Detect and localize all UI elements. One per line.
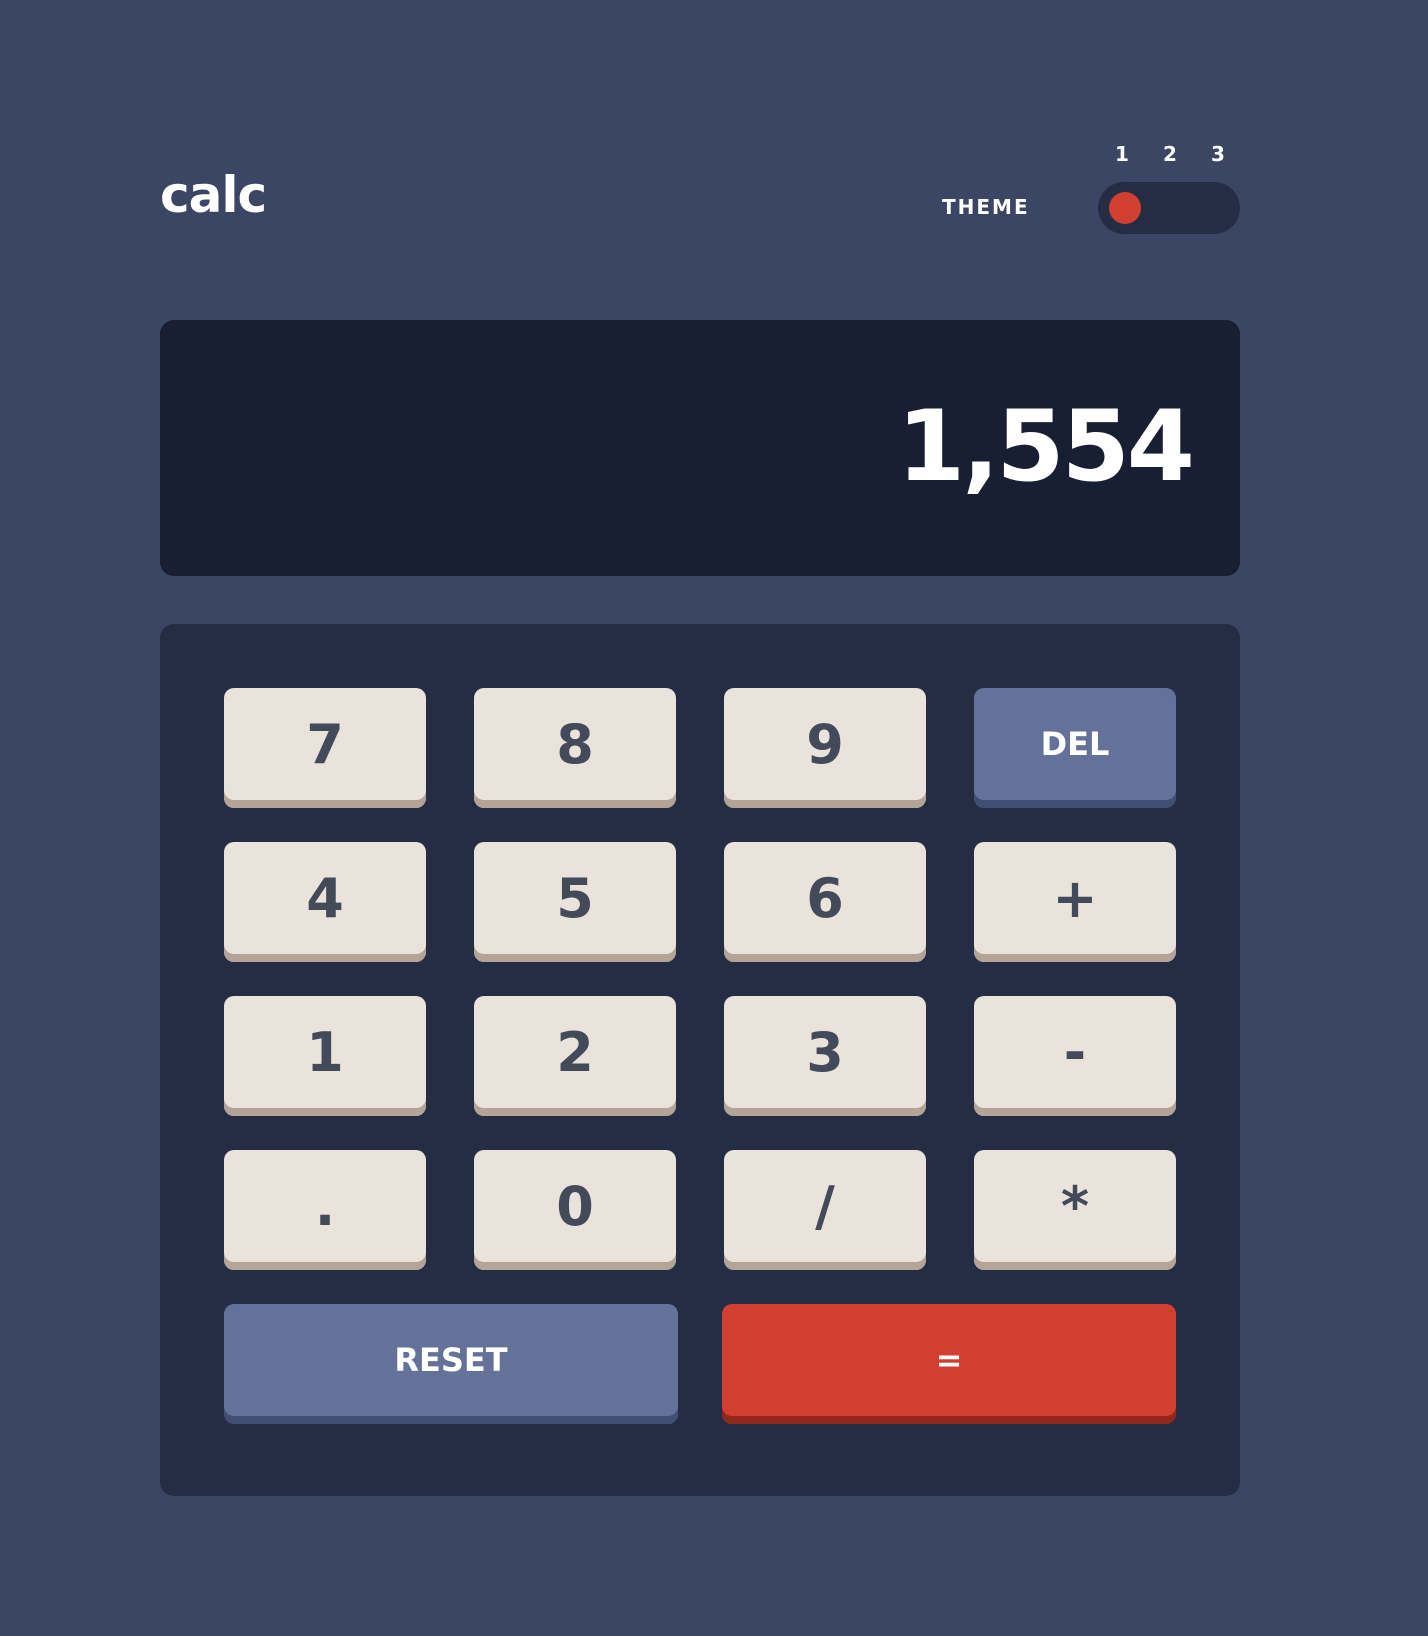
display-value: 1,554 bbox=[897, 390, 1195, 504]
theme-option-3[interactable]: 3 bbox=[1208, 142, 1228, 166]
equals-button[interactable]: = bbox=[722, 1304, 1176, 1424]
subtract-button[interactable]: - bbox=[974, 996, 1176, 1116]
key-6[interactable]: 6 bbox=[724, 842, 926, 962]
decimal-button[interactable]: . bbox=[224, 1150, 426, 1270]
display-screen: 1,554 bbox=[160, 320, 1240, 576]
header: calc THEME 1 2 3 bbox=[160, 130, 1240, 260]
delete-button[interactable]: DEL bbox=[974, 688, 1176, 808]
theme-toggle-knob[interactable] bbox=[1109, 192, 1141, 224]
calculator-app: calc THEME 1 2 3 1,554 7 8 9 DEL 4 5 6 +… bbox=[160, 130, 1240, 1496]
key-4[interactable]: 4 bbox=[224, 842, 426, 962]
keypad: 7 8 9 DEL 4 5 6 + 1 2 3 - . 0 / * RESET … bbox=[160, 624, 1240, 1496]
reset-button[interactable]: RESET bbox=[224, 1304, 678, 1424]
key-0[interactable]: 0 bbox=[474, 1150, 676, 1270]
key-1[interactable]: 1 bbox=[224, 996, 426, 1116]
theme-toggle[interactable] bbox=[1098, 182, 1240, 234]
key-7[interactable]: 7 bbox=[224, 688, 426, 808]
key-8[interactable]: 8 bbox=[474, 688, 676, 808]
theme-numbers: 1 2 3 bbox=[1110, 142, 1250, 166]
theme-label: THEME bbox=[942, 195, 1030, 219]
app-logo: calc bbox=[160, 166, 267, 224]
key-2[interactable]: 2 bbox=[474, 996, 676, 1116]
multiply-button[interactable]: * bbox=[974, 1150, 1176, 1270]
divide-button[interactable]: / bbox=[724, 1150, 926, 1270]
key-5[interactable]: 5 bbox=[474, 842, 676, 962]
add-button[interactable]: + bbox=[974, 842, 1176, 962]
key-9[interactable]: 9 bbox=[724, 688, 926, 808]
theme-option-1[interactable]: 1 bbox=[1112, 142, 1132, 166]
key-3[interactable]: 3 bbox=[724, 996, 926, 1116]
theme-option-2[interactable]: 2 bbox=[1160, 142, 1180, 166]
